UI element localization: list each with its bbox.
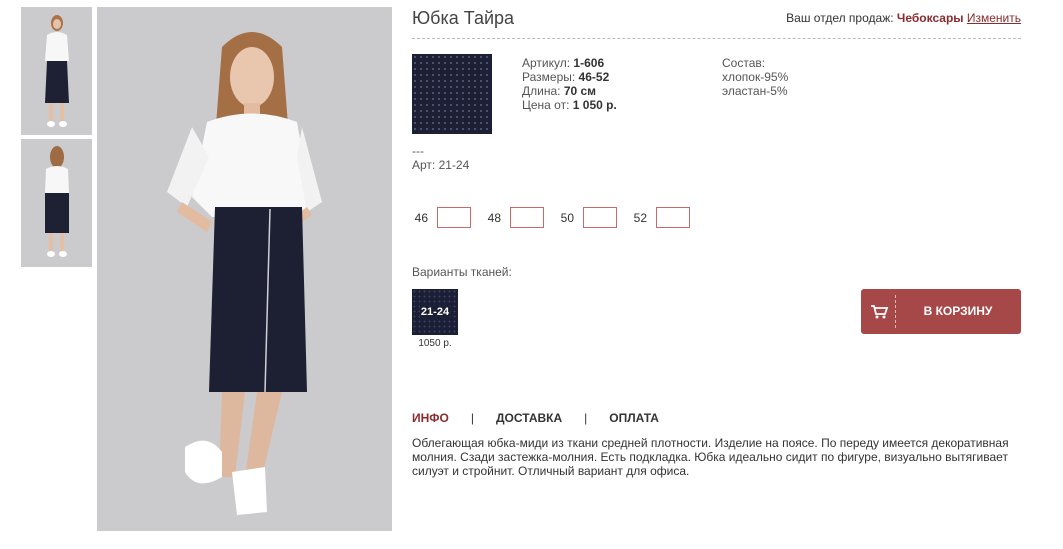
add-to-cart-button[interactable]: В КОРЗИНУ — [861, 289, 1021, 334]
model-front-photo — [21, 7, 92, 135]
product-specs: Артикул: 1-606 Размеры: 46-52 Длина: 70 … — [522, 56, 617, 112]
size-quantity-row: 46 48 50 52 — [412, 207, 704, 228]
main-product-photo[interactable] — [97, 7, 392, 531]
tab-divider: | — [584, 411, 588, 425]
price-value: 1 050 р. — [572, 98, 617, 112]
model-photo — [97, 7, 392, 531]
quantity-input-46[interactable] — [437, 207, 471, 228]
fabric-swatch-image — [412, 54, 492, 134]
change-region-link[interactable]: Изменить — [967, 11, 1021, 25]
variant-article: Арт: 21-24 — [412, 158, 470, 172]
product-description: Облегающая юбка-миди из ткани средней пл… — [412, 436, 1009, 478]
tab-delivery[interactable]: ДОСТАВКА — [496, 411, 562, 425]
thumbnail-back[interactable] — [21, 139, 92, 267]
length-value: 70 см — [563, 84, 597, 98]
size-label-48: 48 — [487, 210, 501, 225]
sizes-value: 46-52 — [578, 70, 610, 84]
product-title: Юбка Тайра — [412, 8, 515, 28]
fabric-variants-label: Варианты тканей: — [412, 265, 512, 279]
size-label-52: 52 — [633, 210, 647, 225]
quantity-input-50[interactable] — [583, 207, 617, 228]
region-city: Чебоксары — [896, 11, 964, 25]
header-divider — [412, 38, 1021, 39]
sales-region: Ваш отдел продаж: Чебоксары Изменить — [786, 11, 1021, 25]
size-label-50: 50 — [560, 210, 574, 225]
tab-divider: | — [470, 411, 474, 425]
fabric-variant-price: 1050 р. — [418, 338, 452, 349]
quantity-input-52[interactable] — [656, 207, 690, 228]
article-value: 1-606 — [573, 56, 605, 70]
model-back-photo — [21, 139, 92, 267]
price-label: Цена от: — [522, 98, 570, 112]
fabric-variant-21-24[interactable]: 21-24 — [412, 289, 458, 335]
tab-info[interactable]: ИНФО — [412, 411, 449, 425]
add-to-cart-label: В КОРЗИНУ — [923, 304, 993, 318]
tab-payment[interactable]: ОПЛАТА — [609, 411, 659, 425]
composition-item: эластан-5% — [722, 84, 788, 98]
info-tabs: ИНФО | ДОСТАВКА | ОПЛАТА — [412, 411, 659, 425]
variant-dashes: --- — [412, 144, 424, 158]
size-label-46: 46 — [414, 210, 428, 225]
length-label: Длина: — [522, 84, 561, 98]
quantity-input-48[interactable] — [510, 207, 544, 228]
article-label: Артикул: — [522, 56, 571, 70]
sizes-label: Размеры: — [522, 70, 576, 84]
cart-icon — [871, 305, 889, 319]
fabric-variant-code: 21-24 — [419, 306, 451, 318]
composition: Состав: хлопок-95% эластан-5% — [722, 56, 788, 98]
composition-label: Состав: — [722, 56, 766, 70]
region-label: Ваш отдел продаж: — [786, 11, 894, 25]
composition-item: хлопок-95% — [722, 70, 789, 84]
thumbnail-front[interactable] — [21, 7, 92, 135]
